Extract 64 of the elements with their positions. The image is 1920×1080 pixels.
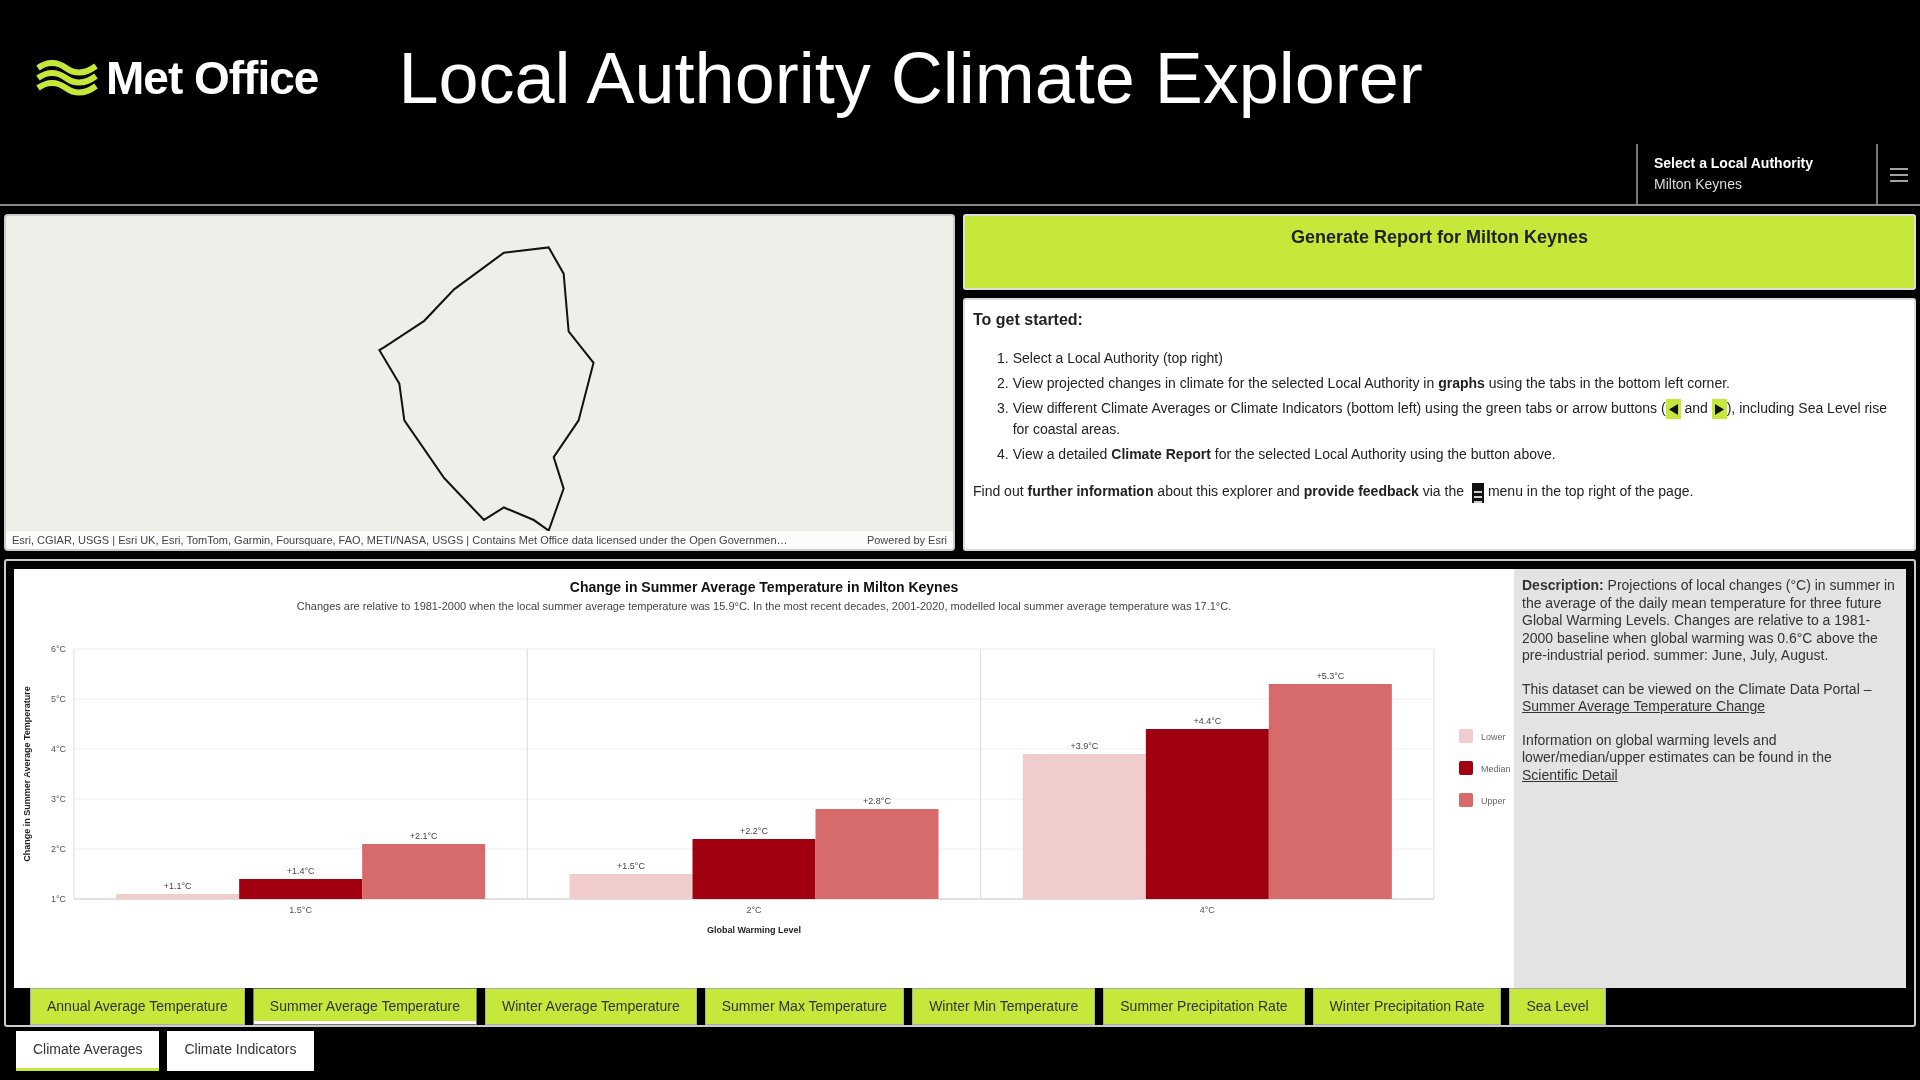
variable-tab[interactable]: Summer Precipitation Rate bbox=[1103, 988, 1305, 1025]
logo-wordmark: Met Office bbox=[106, 50, 319, 106]
legend-label: Lower bbox=[1481, 731, 1506, 742]
variable-tab[interactable]: Summer Max Temperature bbox=[704, 988, 905, 1025]
legend-swatch bbox=[1459, 728, 1473, 743]
variable-tab[interactable]: Summer Average Temperature bbox=[252, 988, 477, 1025]
waves-logo-icon bbox=[36, 60, 98, 96]
step-number: 2. bbox=[997, 374, 1009, 393]
y-tick-label: 3°C bbox=[50, 793, 66, 804]
instruction-text: Select a Local Authority (top right) bbox=[1012, 349, 1223, 368]
y-tick-label: 4°C bbox=[50, 743, 66, 754]
value-label: +4.4°C bbox=[1193, 715, 1222, 726]
legend-swatch bbox=[1459, 760, 1473, 775]
selector-value: Milton Keynes bbox=[1654, 175, 1743, 194]
variable-tab[interactable]: Winter Min Temperature bbox=[912, 988, 1096, 1025]
value-label: +5.3°C bbox=[1316, 670, 1345, 681]
x-tick-label: 4°C bbox=[1199, 904, 1215, 915]
chart-title: Change in Summer Average Temperature in Milton Keynes bbox=[569, 578, 959, 597]
selector-label: Select a Local Authority bbox=[1654, 154, 1814, 173]
description-text: Description: Projections of local changes (°C) in summer in the average of the daily mean temperature for three future Global Warming Levels. Changes are relative to a 1981-2000 baseline when global warming was 0.6°C above the pre-industrial period. summer: June, July, August. bbox=[1522, 577, 1896, 665]
instruction-text: View different Climate Averages or Climate Indicators (bottom left) using the green tabs or arrow buttons ( and ), including Sea Level rise for coastal areas. bbox=[1012, 398, 1888, 440]
variable-tab[interactable]: Annual Average Temperature bbox=[30, 988, 245, 1025]
chart-subtitle: Changes are relative to 1981-2000 when the local summer average temperature was 15.9°C. In the most recent decades, 2001-2020, modelled local summer average temperature was 17.1°C. bbox=[296, 599, 1232, 614]
portal-link[interactable]: Summer Average Temperature Change bbox=[1522, 698, 1766, 714]
value-label: +2.1°C bbox=[409, 830, 438, 841]
instruction-text: View projected changes in climate for the selected Local Authority in graphs using the tabs in the bottom left corner. bbox=[1012, 374, 1730, 393]
legend-swatch bbox=[1459, 792, 1473, 807]
legend-label: Median bbox=[1481, 763, 1511, 774]
variable-tab[interactable]: Sea Level bbox=[1509, 988, 1606, 1025]
y-tick-label: 5°C bbox=[50, 693, 66, 704]
menu-icon bbox=[1471, 482, 1484, 503]
value-label: +2.8°C bbox=[863, 795, 891, 806]
menu-icon bbox=[1890, 167, 1908, 182]
info-text: Find out further information about this explorer and provide feedback via the bbox=[973, 483, 1465, 500]
instructions-heading: To get started: bbox=[973, 310, 1084, 330]
value-label: +2.2°C bbox=[740, 825, 768, 836]
powered-by-label: Powered by Esri bbox=[866, 532, 947, 548]
y-tick-label: 2°C bbox=[50, 843, 66, 854]
x-tick-label: 1.5°C bbox=[289, 904, 312, 915]
local-authority-selector[interactable]: Select a Local Authority Milton Keynes bbox=[1636, 144, 1878, 204]
value-label: +1.4°C bbox=[286, 865, 315, 876]
value-label: +3.9°C bbox=[1070, 740, 1099, 751]
value-label: +1.5°C bbox=[617, 860, 645, 871]
y-tick-label: 1°C bbox=[50, 893, 66, 904]
y-tick-label: 6°C bbox=[50, 643, 66, 654]
variable-tab[interactable]: Winter Precipitation Rate bbox=[1312, 988, 1502, 1025]
step-number: 3. bbox=[997, 399, 1009, 418]
category-tab[interactable]: Climate Averages bbox=[16, 1031, 160, 1071]
instruction-text: View a detailed Climate Report for the selected Local Authority using the button above. bbox=[1012, 445, 1556, 465]
scientific-detail-link[interactable]: Scientific Detail bbox=[1522, 766, 1618, 783]
x-tick-label: 2°C bbox=[746, 904, 762, 915]
x-axis-title: Global Warming Level bbox=[706, 924, 802, 935]
variable-tab[interactable]: Winter Average Temperature bbox=[485, 988, 697, 1025]
generate-report-button[interactable]: Generate Report for Milton Keynes bbox=[963, 214, 1916, 290]
value-label: +1.1°C bbox=[163, 880, 192, 891]
legend-label: Upper bbox=[1481, 795, 1506, 806]
step-number: 1. bbox=[997, 349, 1009, 368]
step-number: 4. bbox=[997, 445, 1009, 465]
category-tab[interactable]: Climate Indicators bbox=[167, 1031, 314, 1071]
info-paragraph: Information on global warming levels and lower/median/upper estimates can be found in the Scientific Detail bbox=[1522, 731, 1833, 784]
y-axis-title: Change in Summer Average Temperature bbox=[22, 685, 32, 862]
portal-text: This dataset can be viewed on the Climate Data Portal – Summer Average Temperature Change bbox=[1522, 680, 1873, 716]
info-text: menu in the top right of the page. bbox=[1487, 483, 1694, 500]
map-attribution: Esri, CGIAR, USGS | Esri UK, Esri, TomTom, Garmin, Foursquare, FAO, METI/NASA, USGS | Contains Met Office data licensed under the Open Governmen… bbox=[12, 532, 788, 548]
